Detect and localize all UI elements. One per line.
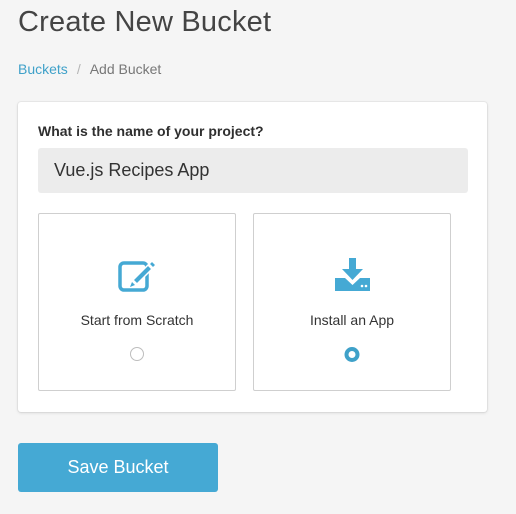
radio-install-an-app[interactable] <box>344 347 360 362</box>
edit-icon <box>117 258 158 294</box>
option-install-an-app[interactable]: Install an App <box>253 213 451 391</box>
create-bucket-page: Create New Bucket Buckets / Add Bucket W… <box>0 0 516 514</box>
breadcrumb: Buckets / Add Bucket <box>18 61 161 77</box>
breadcrumb-separator: / <box>76 61 81 77</box>
project-name-label: What is the name of your project? <box>38 123 264 139</box>
option-start-from-scratch[interactable]: Start from Scratch <box>38 213 236 391</box>
page-title: Create New Bucket <box>18 6 272 38</box>
download-icon <box>332 258 372 294</box>
breadcrumb-current-add-bucket: Add Bucket <box>89 61 162 77</box>
option-label-start-from-scratch: Start from Scratch <box>80 312 194 328</box>
breadcrumb-link-buckets[interactable]: Buckets <box>18 61 68 77</box>
option-label-install-an-app: Install an App <box>309 312 395 328</box>
create-bucket-card: What is the name of your project? Start … <box>18 102 487 412</box>
save-bucket-button[interactable]: Save Bucket <box>18 443 218 492</box>
project-name-input[interactable] <box>38 148 468 193</box>
radio-start-from-scratch[interactable] <box>130 347 144 361</box>
